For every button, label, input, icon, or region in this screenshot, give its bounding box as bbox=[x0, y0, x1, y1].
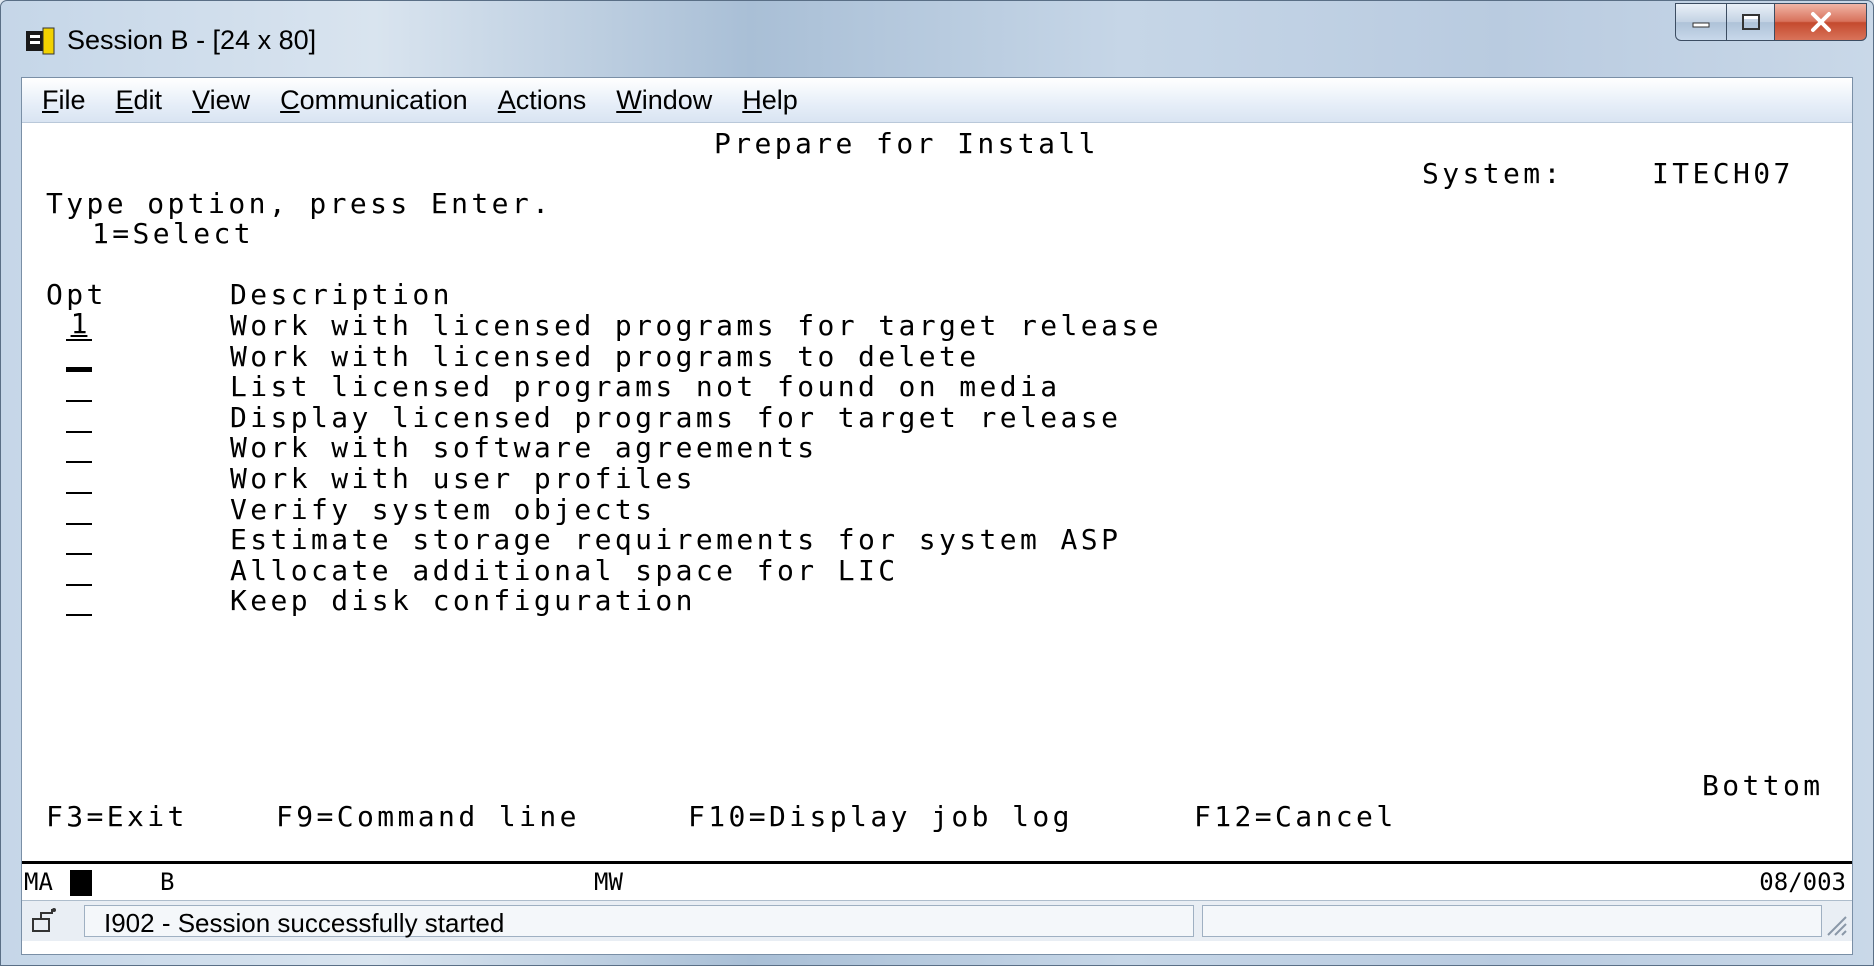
session-terminal-icon bbox=[26, 27, 55, 55]
option-value: 1 bbox=[70, 307, 88, 340]
option-description: List licensed programs not found on medi… bbox=[230, 370, 1061, 403]
comm-status-icon bbox=[32, 908, 56, 932]
resize-grip-icon[interactable] bbox=[1822, 911, 1848, 937]
status-message: I902 - Session successfully started bbox=[104, 908, 505, 938]
close-icon bbox=[1810, 12, 1831, 32]
title-bar[interactable]: Session B - [24 x 80] bbox=[1, 1, 1873, 77]
option-description: Work with software agreements bbox=[230, 431, 818, 464]
option-legend: 1=Select bbox=[92, 217, 255, 250]
minimize-icon bbox=[1692, 22, 1710, 28]
option-description: Keep disk configuration bbox=[230, 584, 696, 617]
status-secondary-panel bbox=[1202, 905, 1822, 937]
emulator-window: Session B - [24 x 80] File Edit View Commu bbox=[0, 0, 1874, 966]
option-description: Work with licensed programs to delete bbox=[230, 340, 980, 373]
option-input[interactable] bbox=[66, 403, 92, 433]
option-input[interactable] bbox=[66, 372, 92, 402]
minimize-button[interactable] bbox=[1675, 3, 1727, 41]
menu-edit[interactable]: Edit bbox=[110, 85, 169, 116]
close-button[interactable] bbox=[1775, 3, 1867, 41]
option-description: Estimate storage requirements for system… bbox=[230, 523, 1122, 556]
function-key[interactable]: F12=Cancel bbox=[1194, 802, 1397, 832]
oia-session: B bbox=[160, 868, 175, 896]
menu-help[interactable]: Help bbox=[736, 85, 804, 116]
option-input[interactable] bbox=[66, 464, 92, 494]
option-input[interactable] bbox=[66, 586, 92, 616]
screen-heading: Prepare for Install bbox=[714, 127, 1099, 160]
option-input[interactable] bbox=[66, 342, 92, 372]
instruction-text: Type option, press Enter. bbox=[46, 187, 553, 220]
option-description: Verify system objects bbox=[230, 493, 656, 526]
function-key[interactable]: F10=Display job log bbox=[688, 802, 1073, 832]
menu-bar: File Edit View Communication Actions Window He… bbox=[22, 78, 1852, 123]
option-description: Work with user profiles bbox=[230, 462, 696, 495]
option-input[interactable] bbox=[66, 556, 92, 586]
window-title: Session B - [24 x 80] bbox=[67, 25, 317, 55]
terminal-screen[interactable]: Prepare for Install System: ITECH07 Type… bbox=[22, 123, 1852, 859]
function-key[interactable]: F9=Command line bbox=[276, 802, 580, 832]
caption-buttons bbox=[1675, 3, 1867, 45]
system-name: ITECH07 bbox=[1652, 157, 1794, 190]
maximize-button[interactable] bbox=[1727, 3, 1775, 41]
maximize-icon bbox=[1741, 14, 1760, 30]
column-header-opt: Opt bbox=[46, 278, 107, 311]
oia-mode: MW bbox=[594, 868, 623, 896]
menu-view[interactable]: View bbox=[186, 85, 256, 116]
oia-cursor-block bbox=[70, 870, 92, 896]
column-header-description: Description bbox=[230, 278, 453, 311]
option-description: Work with licensed programs for target r… bbox=[230, 309, 1162, 342]
option-description: Display licensed programs for target rel… bbox=[230, 401, 1122, 434]
oia-cursor-position: 08/003 bbox=[1759, 868, 1846, 896]
client-area: File Edit View Communication Actions Window He… bbox=[21, 77, 1853, 955]
menu-actions[interactable]: Actions bbox=[492, 85, 593, 116]
menu-communication[interactable]: Communication bbox=[274, 85, 474, 116]
oia-indicator: MA bbox=[24, 868, 53, 896]
operator-info-area: MA B MW 08/003 bbox=[22, 861, 1852, 900]
menu-window[interactable]: Window bbox=[610, 85, 718, 116]
status-bar: I902 - Session successfully started bbox=[22, 900, 1852, 941]
menu-file[interactable]: File bbox=[36, 85, 92, 116]
option-description: Allocate additional space for LIC bbox=[230, 554, 899, 587]
more-indicator: Bottom bbox=[1702, 769, 1824, 802]
option-input[interactable] bbox=[66, 525, 92, 555]
system-label: System: bbox=[1422, 157, 1564, 190]
option-input[interactable] bbox=[66, 495, 92, 525]
function-key[interactable]: F3=Exit bbox=[46, 802, 188, 832]
option-input[interactable] bbox=[66, 433, 92, 463]
